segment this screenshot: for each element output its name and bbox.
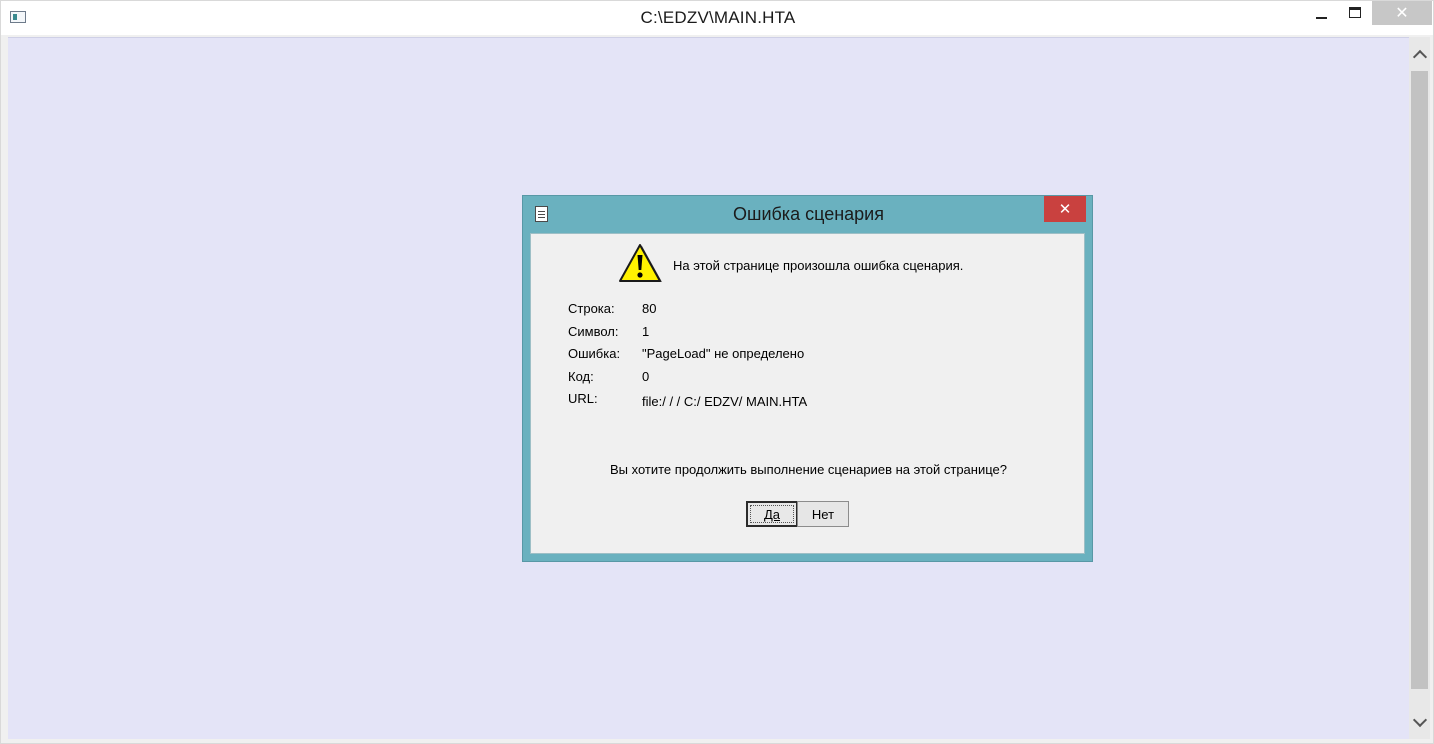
detail-value: 1 bbox=[642, 324, 650, 339]
close-button[interactable]: ✕ bbox=[1372, 1, 1432, 25]
dialog-title: Ошибка сценария bbox=[733, 204, 884, 224]
continue-question: Вы хотите продолжить выполнение сценарие… bbox=[609, 462, 1007, 477]
scroll-thumb[interactable] bbox=[1411, 71, 1428, 689]
chevron-up-icon bbox=[1412, 49, 1427, 64]
chevron-down-icon bbox=[1412, 712, 1427, 727]
detail-label: Ошибка: bbox=[568, 346, 621, 361]
detail-label: Символ: bbox=[568, 324, 619, 339]
detail-value: "PageLoad" не определено bbox=[642, 346, 805, 361]
detail-label: Код: bbox=[568, 369, 594, 384]
detail-value: 0 bbox=[642, 369, 650, 384]
yes-button-label: Да bbox=[763, 506, 781, 522]
vertical-scrollbar[interactable] bbox=[1409, 37, 1430, 739]
dialog-body: На этой странице произошла ошибка сценар… bbox=[530, 233, 1085, 554]
detail-value: file:/ / / C:/ EDZV/ MAIN.HTA bbox=[642, 394, 808, 409]
no-button-label: Нет bbox=[811, 506, 835, 522]
close-icon: ✕ bbox=[1058, 200, 1072, 218]
application-window: C:\EDZV\MAIN.HTA ✕ Ошибка сценария ✕ На … bbox=[0, 0, 1434, 744]
detail-label: Строка: bbox=[568, 301, 615, 316]
minimize-button[interactable] bbox=[1304, 1, 1338, 25]
detail-value: 80 bbox=[642, 301, 657, 316]
scroll-up-button[interactable] bbox=[1409, 37, 1430, 71]
window-titlebar[interactable]: C:\EDZV\MAIN.HTA ✕ bbox=[1, 1, 1433, 35]
script-error-dialog: Ошибка сценария ✕ На этой странице произ… bbox=[522, 195, 1093, 562]
yes-button[interactable]: Да bbox=[746, 501, 798, 527]
maximize-button[interactable] bbox=[1338, 1, 1372, 25]
dialog-close-button[interactable]: ✕ bbox=[1044, 196, 1086, 222]
detail-label: URL: bbox=[568, 391, 598, 406]
no-button[interactable]: Нет bbox=[797, 501, 849, 527]
warning-icon bbox=[619, 244, 662, 282]
window-title: C:\EDZV\MAIN.HTA bbox=[640, 8, 796, 27]
minimize-icon bbox=[1315, 17, 1327, 19]
close-icon: ✕ bbox=[1395, 3, 1409, 22]
scroll-down-button[interactable] bbox=[1409, 705, 1430, 739]
maximize-icon bbox=[1349, 6, 1361, 18]
error-message: На этой странице произошла ошибка сценар… bbox=[673, 258, 964, 273]
